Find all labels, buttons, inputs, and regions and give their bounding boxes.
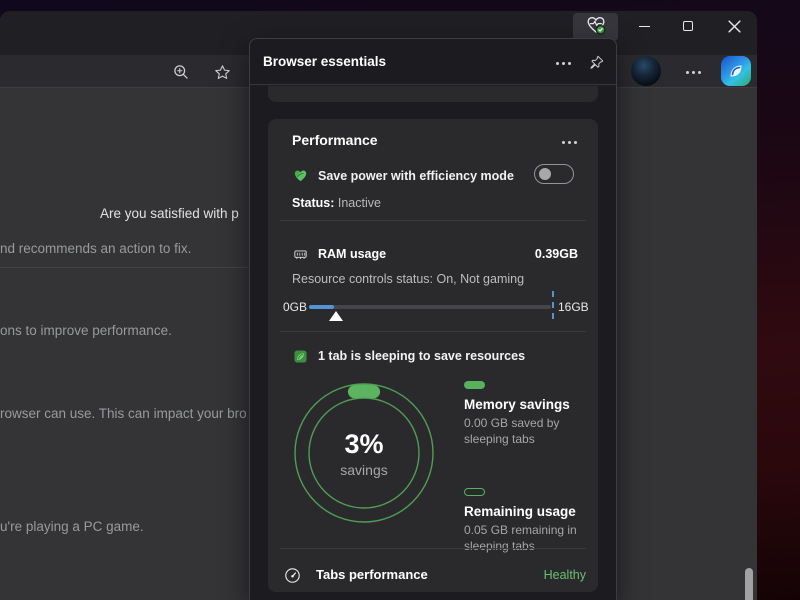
page-divider [0, 267, 250, 268]
settings-more-button[interactable] [682, 61, 704, 83]
ram-range-min: 0GB [283, 300, 307, 314]
remaining-usage-desc-line2: sleeping tabs [464, 539, 535, 553]
donut-caption: savings [340, 462, 387, 478]
memory-savings-desc-line1: 0.00 GB saved by [464, 416, 559, 430]
ram-chip-icon [292, 246, 309, 263]
performance-heading: Performance [292, 132, 378, 148]
close-icon [728, 20, 741, 33]
more-icon [686, 71, 701, 74]
tabs-performance-label: Tabs performance [316, 567, 428, 582]
zoom-button[interactable] [170, 61, 192, 83]
donut-center-labels: 3% savings [289, 378, 439, 528]
memory-savings-swatch [464, 381, 485, 389]
previous-card-partial [268, 86, 598, 102]
memory-savings-desc: 0.00 GB saved by sleeping tabs [464, 415, 592, 447]
page-line-recommends: nd recommends an action to fix. [0, 241, 191, 256]
page-line-game: u're playing a PC game. [0, 519, 144, 534]
panel-title: Browser essentials [263, 54, 386, 69]
heart-pulse-icon [585, 14, 607, 41]
donut-percent: 3% [344, 429, 383, 459]
browser-essentials-panel: Browser essentials Performance Save powe… [249, 38, 617, 600]
more-icon [562, 141, 577, 144]
browser-essentials-button[interactable] [573, 13, 618, 41]
divider [280, 331, 586, 332]
sleeping-tabs-heading: 1 tab is sleeping to save resources [318, 349, 525, 363]
remaining-usage-desc-line1: 0.05 GB remaining in [464, 523, 577, 537]
divider [280, 220, 586, 221]
ram-usage-value: 0.39GB [535, 247, 578, 261]
remaining-usage-swatch [464, 488, 485, 496]
efficiency-mode-label: Save power with efficiency mode [318, 169, 514, 183]
minimize-icon [639, 26, 650, 27]
maximize-icon [683, 21, 693, 31]
pin-icon [588, 54, 605, 71]
sleeping-leaf-icon [292, 348, 309, 365]
tabs-performance-status: Healthy [544, 568, 586, 582]
star-icon [213, 63, 232, 82]
panel-more-button[interactable] [550, 51, 576, 75]
ram-slider-fill [309, 305, 334, 309]
profile-avatar[interactable] [631, 56, 661, 86]
copilot-icon [721, 56, 751, 86]
page-line-satisfied: Are you satisfied with p [100, 206, 239, 221]
remaining-usage-title: Remaining usage [464, 504, 592, 519]
toggle-knob [539, 168, 551, 180]
speedometer-icon [282, 565, 302, 585]
magnifier-plus-icon [172, 63, 190, 81]
donut-legend: Memory savings 0.00 GB saved by sleeping… [464, 381, 592, 554]
more-icon [556, 62, 571, 65]
savings-donut-chart: 3% savings [289, 378, 439, 528]
maximize-button[interactable] [673, 12, 703, 40]
efficiency-mode-toggle[interactable] [534, 164, 574, 184]
status-line: Status: Inactive [292, 196, 381, 210]
copilot-button[interactable] [721, 56, 751, 86]
remaining-usage-desc: 0.05 GB remaining in sleeping tabs [464, 522, 592, 554]
page-scrollbar-thumb[interactable] [745, 568, 753, 600]
status-value: Inactive [338, 196, 381, 210]
ram-usage-label: RAM usage [318, 247, 386, 261]
page-line-improve: ons to improve performance. [0, 323, 172, 338]
favorites-button[interactable] [211, 61, 233, 83]
resource-controls-status: Resource controls status: On, Not gaming [292, 272, 524, 286]
close-button[interactable] [719, 12, 749, 40]
performance-card: Performance Save power with efficiency m… [268, 119, 598, 592]
efficiency-leaf-heart-icon [292, 167, 309, 184]
pin-button[interactable] [583, 50, 609, 74]
minimize-button[interactable] [629, 12, 659, 40]
memory-savings-title: Memory savings [464, 397, 592, 412]
status-label: Status: [292, 196, 334, 210]
page-line-impact: rowser can use. This can impact your bro [0, 406, 247, 421]
ram-limit-dashed-line [552, 291, 554, 319]
divider [280, 548, 586, 549]
performance-more-button[interactable] [556, 130, 582, 154]
memory-savings-desc-line2: sleeping tabs [464, 432, 535, 446]
ram-slider-marker[interactable] [329, 311, 343, 321]
ram-range-max: 16GB [558, 300, 589, 314]
ram-slider-track[interactable] [309, 305, 551, 309]
